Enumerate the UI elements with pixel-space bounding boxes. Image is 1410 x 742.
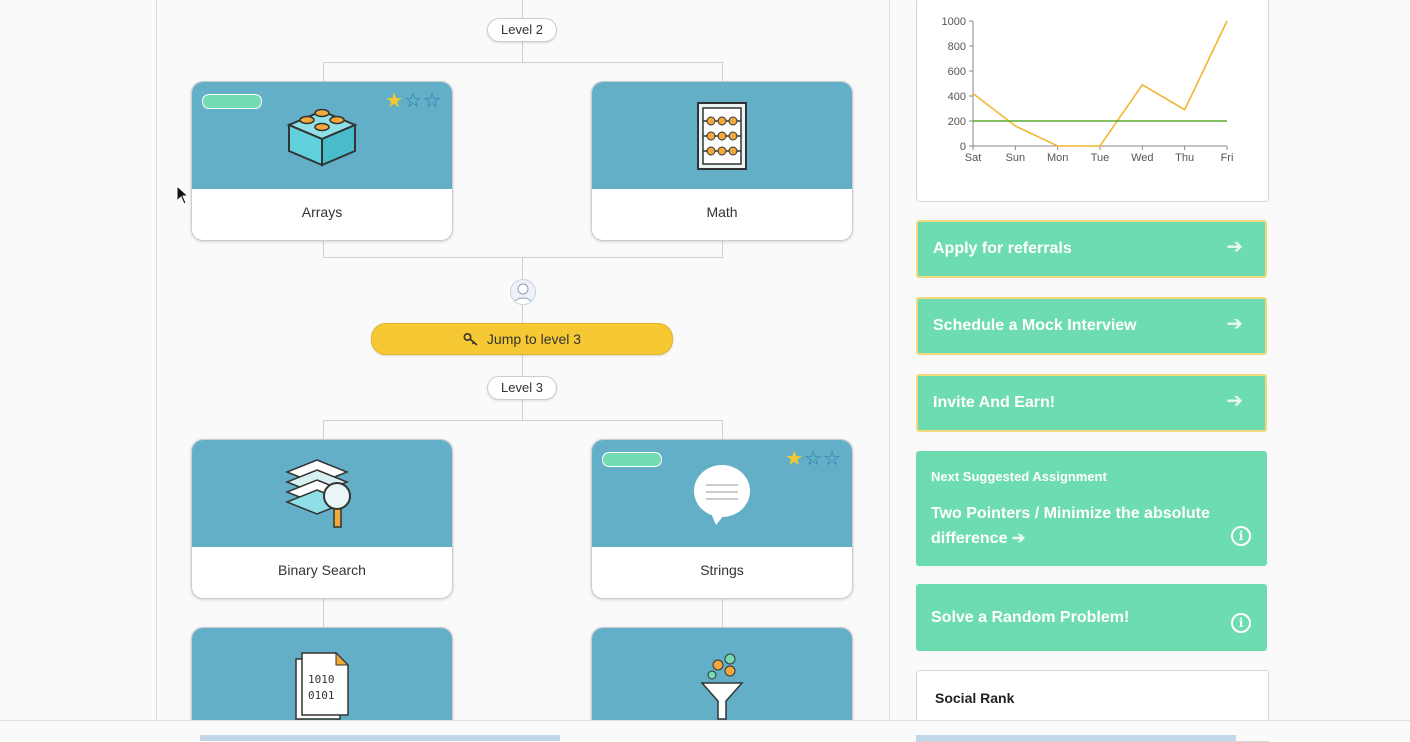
rating-stars: ★☆☆: [385, 90, 442, 112]
arrow-right-icon: ➔: [1226, 236, 1243, 258]
card-header: ★☆☆: [192, 82, 452, 189]
card-header: 1010 0101: [192, 628, 452, 728]
rating-stars: ★☆☆: [785, 448, 842, 470]
user-avatar-icon: [510, 279, 536, 305]
topic-card-arrays[interactable]: ★☆☆ Arrays: [191, 81, 453, 241]
x-tick-label: Thu: [1175, 152, 1194, 164]
card-header: ★☆☆: [592, 440, 852, 547]
arrow-right-icon: ➔: [1011, 530, 1026, 547]
footer-faded-text: [200, 735, 560, 741]
progress-badge: [202, 94, 262, 109]
footer-bar: [0, 720, 1410, 741]
next-assignment-link[interactable]: Two Pointers / Minimize the absolute dif…: [931, 501, 1221, 551]
next-assignment-text: Two Pointers / Minimize the absolute dif…: [931, 505, 1210, 547]
card-title: Strings: [700, 562, 744, 578]
x-tick-label: Fri: [1221, 152, 1234, 164]
y-tick-label: 1000: [942, 16, 966, 28]
svg-text:0101: 0101: [308, 689, 335, 702]
invite-earn-button[interactable]: Invite And Earn! ➔: [916, 374, 1267, 432]
key-icon: [463, 332, 478, 346]
y-tick-label: 600: [948, 66, 966, 78]
connector-line: [323, 420, 723, 421]
y-tick-label: 800: [948, 41, 966, 53]
card-header: [592, 82, 852, 189]
x-tick-label: Sat: [965, 152, 982, 164]
info-icon[interactable]: i: [1231, 526, 1251, 546]
info-icon[interactable]: i: [1231, 613, 1251, 633]
abacus-icon: [697, 101, 747, 170]
y-tick-label: 200: [948, 116, 966, 128]
x-tick-label: Wed: [1131, 152, 1153, 164]
card-header: [192, 440, 452, 547]
next-assignment-title: Next Suggested Assignment: [931, 469, 1107, 484]
activity-chart-card: 0 200 400 600 800 1000 Sat Sun Mon Tue Wed Thu Fri: [916, 0, 1269, 202]
speech-bubble-icon: [694, 464, 750, 525]
activity-line-chart: 02004006008001000Sat Sun Mon Tue Wed Thu Fri: [942, 16, 1234, 164]
mock-interview-button[interactable]: Schedule a Mock Interview ➔: [916, 297, 1267, 355]
x-tick-label: Mon: [1047, 152, 1068, 164]
lego-block-icon: [286, 108, 358, 167]
card-header: [592, 628, 852, 728]
jump-button-label: Jump to level 3: [486, 331, 582, 347]
level-2-label: Level 2: [487, 18, 557, 42]
invite-earn-label: Invite And Earn!: [933, 394, 1056, 411]
mock-interview-label: Schedule a Mock Interview: [933, 317, 1137, 334]
topic-card-strings[interactable]: ★☆☆ Strings: [591, 439, 853, 599]
stacked-docs-magnifier-icon: [285, 458, 351, 528]
progress-badge: [602, 452, 662, 467]
y-tick-label: 400: [948, 91, 966, 103]
card-title: Math: [706, 204, 738, 220]
arrow-right-icon: ➔: [1226, 390, 1243, 412]
topic-card-binary-search[interactable]: Binary Search: [191, 439, 453, 599]
topic-card-partial[interactable]: 1010 0101: [191, 627, 453, 728]
arrow-right-icon: ➔: [1226, 313, 1243, 335]
random-problem-label: Solve a Random Problem!: [931, 609, 1130, 626]
apply-referrals-label: Apply for referrals: [933, 240, 1072, 257]
next-assignment-card[interactable]: Next Suggested Assignment Two Pointers /…: [916, 451, 1267, 566]
connector-line: [323, 257, 723, 258]
series-line-0: [972, 20, 1228, 147]
svg-text:1010: 1010: [308, 673, 335, 686]
connector-line: [323, 62, 723, 63]
binary-document-icon: 1010 0101: [295, 651, 350, 720]
x-tick-label: Sun: [1006, 152, 1026, 164]
mouse-cursor-icon: [176, 185, 188, 205]
card-title: Binary Search: [278, 562, 366, 578]
footer-faded-text: [916, 735, 1236, 741]
x-tick-label: Tue: [1091, 152, 1110, 164]
card-title: Arrays: [301, 204, 343, 220]
jump-to-level-button[interactable]: Jump to level 3: [371, 323, 673, 355]
funnel-icon: [700, 653, 744, 720]
topic-card-math[interactable]: Math: [591, 81, 853, 241]
level-3-label: Level 3: [487, 376, 557, 400]
apply-referrals-button[interactable]: Apply for referrals ➔: [916, 220, 1267, 278]
topic-card-partial[interactable]: [591, 627, 853, 728]
random-problem-button[interactable]: Solve a Random Problem! i: [916, 584, 1267, 651]
social-rank-title: Social Rank: [935, 690, 1015, 706]
